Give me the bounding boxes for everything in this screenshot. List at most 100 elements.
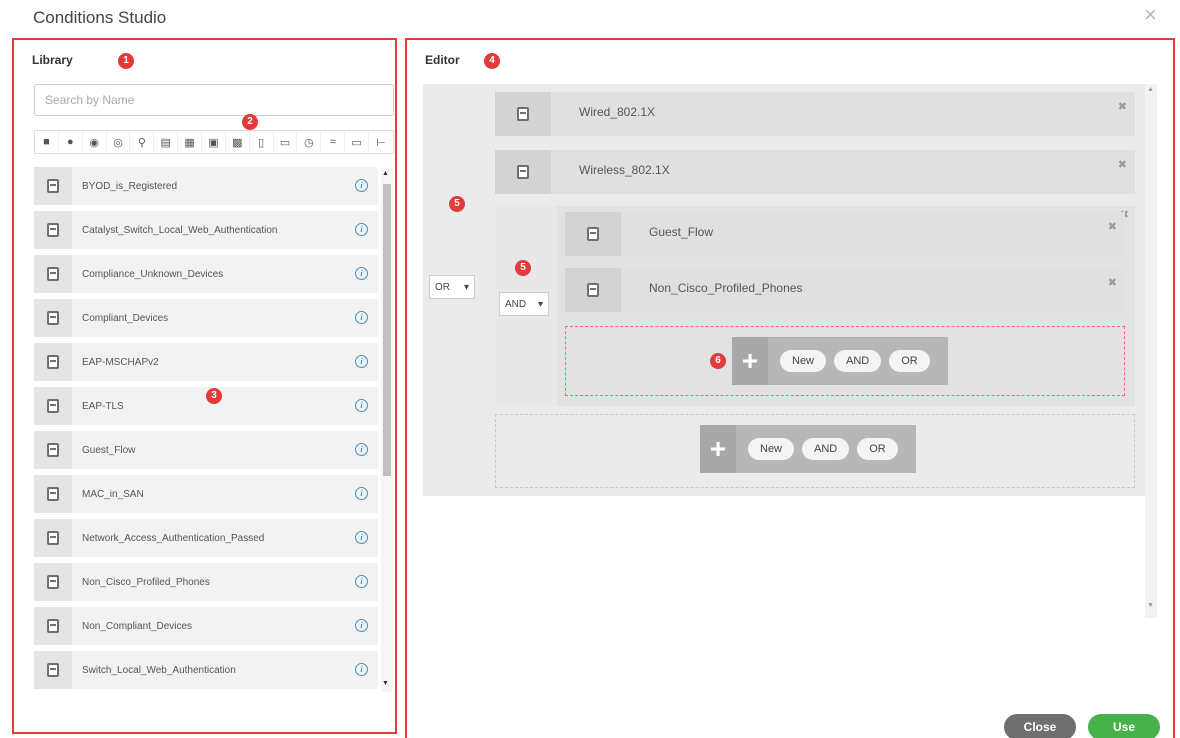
inner-operator-select[interactable]: AND ▾: [499, 292, 549, 316]
info-icon[interactable]: i: [355, 575, 368, 588]
inner-add-condition-zone: 6 + New AND OR: [565, 326, 1125, 396]
condition-icon: [565, 212, 621, 256]
scroll-up-icon[interactable]: ▲: [382, 170, 389, 177]
condition-icon: [34, 211, 72, 249]
callout-badge: 1: [118, 53, 134, 69]
info-icon[interactable]: i: [355, 399, 368, 412]
add-condition-toolbar: + New AND OR: [732, 337, 948, 385]
list-item[interactable]: Compliance_Unknown_Devices i: [34, 252, 378, 296]
clock-icon[interactable]: ◷: [297, 131, 322, 153]
new-condition-button[interactable]: New: [780, 350, 827, 372]
document-icon[interactable]: ▭: [274, 131, 298, 153]
add-and-button[interactable]: AND: [834, 350, 882, 372]
globe-icon[interactable]: ◎: [107, 131, 131, 153]
remove-condition-icon[interactable]: ✖: [1118, 100, 1127, 113]
list-item[interactable]: Catalyst_Switch_Local_Web_Authentication…: [34, 208, 378, 252]
dialog-close-icon[interactable]: ×: [1144, 4, 1157, 26]
list-item[interactable]: Switch_Local_Web_Authentication i: [34, 648, 378, 692]
condition-row[interactable]: Guest_Flow ✖: [565, 212, 1125, 256]
wifi-icon[interactable]: ≈: [321, 131, 346, 153]
remove-condition-icon[interactable]: ✖: [1118, 158, 1127, 171]
library-condition-list: BYOD_is_Registered i Catalyst_Switch_Loca…: [34, 164, 378, 692]
close-button[interactable]: Close: [1004, 714, 1076, 738]
info-icon[interactable]: i: [355, 487, 368, 500]
condition-icon: [34, 299, 72, 337]
info-icon[interactable]: i: [355, 179, 368, 192]
condition-label: Wired_802.1X: [579, 105, 656, 119]
add-or-button[interactable]: OR: [889, 350, 930, 372]
card-icon[interactable]: ▭: [345, 131, 370, 153]
list-item-label: Switch_Local_Web_Authentication: [82, 664, 236, 676]
condition-icon: [34, 519, 72, 557]
new-condition-button[interactable]: New: [748, 438, 795, 460]
add-or-button[interactable]: OR: [857, 438, 898, 460]
list-item[interactable]: MAC_in_SAN i: [34, 472, 378, 516]
condition-icon: [34, 167, 72, 205]
condition-row[interactable]: Wireless_802.1X ✖: [495, 150, 1135, 194]
condition-icon: [34, 343, 72, 381]
cloud-icon[interactable]: ●: [59, 131, 83, 153]
info-icon[interactable]: i: [355, 355, 368, 368]
scroll-down-icon[interactable]: ▼: [1147, 602, 1154, 609]
library-panel: Library 1 2 ■ ● ◉ ◎ ⚲ ▤ ▦ ▣ ▩ ▯ ▭ ◷ ≈ ▭ …: [12, 38, 397, 734]
editor-heading: Editor: [425, 53, 460, 67]
info-icon[interactable]: i: [355, 531, 368, 544]
outer-operator-select[interactable]: OR ▾: [429, 275, 475, 299]
add-condition-icon[interactable]: +: [732, 337, 768, 385]
device-icon[interactable]: ▯: [250, 131, 274, 153]
info-icon[interactable]: i: [355, 311, 368, 324]
info-icon[interactable]: i: [355, 443, 368, 456]
list-item-label: BYOD_is_Registered: [82, 180, 178, 192]
callout-badge: 6: [710, 353, 726, 369]
scroll-down-icon[interactable]: ▼: [382, 680, 389, 687]
remove-condition-icon[interactable]: ✖: [1108, 276, 1117, 289]
condition-icon: [34, 563, 72, 601]
library-scrollbar[interactable]: ▲ ▼: [381, 168, 393, 692]
condition-icon: [34, 607, 72, 645]
list-item[interactable]: Network_Access_Authentication_Passed i: [34, 516, 378, 560]
callout-badge: 4: [484, 53, 500, 69]
tree-icon[interactable]: ⊢: [369, 131, 393, 153]
desktop-icon[interactable]: ▩: [226, 131, 250, 153]
list-item[interactable]: Non_Cisco_Profiled_Phones i: [34, 560, 378, 604]
location-icon[interactable]: ⚲: [130, 131, 155, 153]
remove-condition-icon[interactable]: ✖: [1108, 220, 1117, 233]
condition-row[interactable]: Wired_802.1X ✖: [495, 92, 1135, 136]
scroll-up-icon[interactable]: ▲: [1147, 86, 1154, 93]
person-icon[interactable]: ■: [35, 131, 59, 153]
condition-row[interactable]: Non_Cisco_Profiled_Phones ✖: [565, 268, 1125, 312]
list-item[interactable]: EAP-TLS i: [34, 384, 378, 428]
chevron-down-icon: ▾: [537, 298, 543, 310]
use-button[interactable]: Use: [1088, 714, 1160, 738]
callout-badge: 5: [449, 196, 465, 212]
callout-badge: 2: [242, 114, 258, 130]
condition-label: Guest_Flow: [649, 225, 714, 239]
shield-icon[interactable]: ◉: [83, 131, 107, 153]
outer-add-condition-zone: + New AND OR: [495, 414, 1135, 488]
scroll-thumb[interactable]: [383, 184, 391, 476]
outer-condition-group: 5 OR ▾ Wired_802.1X ✖ Wireless_802.1X ✖ …: [423, 84, 1145, 496]
condition-icon: [34, 475, 72, 513]
editor-panel: Editor 4 5 OR ▾ Wired_802.1X ✖ Wireless_…: [405, 38, 1175, 738]
grid-icon[interactable]: ▦: [178, 131, 203, 153]
info-icon[interactable]: i: [355, 619, 368, 632]
condition-icon: [34, 387, 72, 425]
condition-label: Non_Cisco_Profiled_Phones: [649, 281, 803, 295]
list-item-label: Catalyst_Switch_Local_Web_Authentication: [82, 224, 278, 236]
list-item[interactable]: Non_Compliant_Devices i: [34, 604, 378, 648]
callout-badge: 3: [206, 388, 222, 404]
info-icon[interactable]: i: [355, 267, 368, 280]
info-icon[interactable]: i: [355, 223, 368, 236]
info-icon[interactable]: i: [355, 663, 368, 676]
list-item[interactable]: Compliant_Devices i: [34, 296, 378, 340]
list-item-label: Guest_Flow: [82, 444, 136, 456]
add-and-button[interactable]: AND: [802, 438, 850, 460]
library-search-input[interactable]: [34, 84, 394, 116]
list-item[interactable]: BYOD_is_Registered i: [34, 164, 378, 208]
network-icon[interactable]: ▣: [202, 131, 226, 153]
monitor-icon[interactable]: ▤: [154, 131, 179, 153]
list-item[interactable]: Guest_Flow i: [34, 428, 378, 472]
editor-scrollbar[interactable]: ▲ ▼: [1145, 84, 1157, 618]
list-item[interactable]: EAP-MSCHAPv2 i: [34, 340, 378, 384]
add-condition-icon[interactable]: +: [700, 425, 736, 473]
